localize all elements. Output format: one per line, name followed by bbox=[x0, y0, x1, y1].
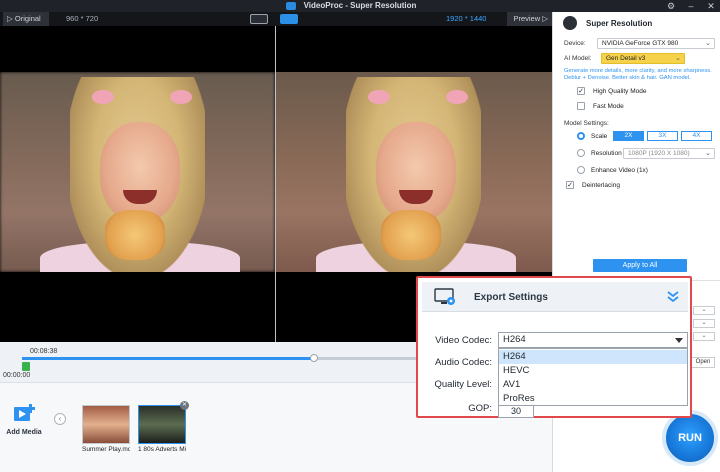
export-settings-title: Export Settings bbox=[474, 292, 548, 303]
quality-level-label: Quality Level: bbox=[434, 379, 492, 390]
minimize-button[interactable]: – bbox=[686, 0, 696, 12]
clip-thumbnail bbox=[138, 405, 186, 444]
scroll-left-arrow[interactable]: ‹ bbox=[54, 413, 66, 425]
original-frame bbox=[0, 72, 275, 272]
device-label: Device: bbox=[564, 40, 586, 47]
chevron-down-icon: ⌄ bbox=[705, 40, 711, 47]
high-quality-label: High Quality Mode bbox=[593, 88, 647, 95]
monitor-settings-icon bbox=[434, 288, 456, 306]
dropdown-arrow-icon bbox=[675, 338, 683, 343]
preview-tab[interactable]: Preview ▷ bbox=[507, 12, 552, 26]
model-settings-label: Model Settings: bbox=[564, 120, 609, 127]
video-codec-select[interactable]: H264 bbox=[498, 332, 688, 348]
preview-toolbar: ▷ Original 960 * 720 1920 * 1440 Preview… bbox=[0, 12, 552, 26]
open-folder-button[interactable]: Open bbox=[691, 357, 715, 368]
export-settings-popup: Export Settings Video Codec: H264 Audio … bbox=[416, 276, 692, 418]
current-time: 00:08:38 bbox=[30, 348, 58, 355]
add-media-label: Add Media bbox=[6, 429, 42, 436]
side-by-side-view-icon[interactable] bbox=[280, 14, 298, 24]
ai-model-label: AI Model: bbox=[564, 55, 592, 62]
fast-mode-checkbox[interactable] bbox=[577, 102, 585, 110]
codec-option-av1[interactable]: AV1 bbox=[499, 378, 687, 392]
original-tab[interactable]: ▷ Original bbox=[3, 12, 49, 26]
resolution-radio[interactable] bbox=[577, 149, 585, 157]
playhead-knob[interactable] bbox=[309, 354, 318, 362]
panel-title: Super Resolution bbox=[586, 19, 653, 28]
collapse-chevron-icon[interactable] bbox=[666, 289, 680, 303]
play-icon: ▷ bbox=[7, 14, 15, 23]
window-title: VideoProc - Super Resolution bbox=[303, 1, 417, 10]
chevron-down-icon: ⌄ bbox=[705, 150, 711, 157]
codec-option-hevc[interactable]: HEVC bbox=[499, 364, 687, 378]
deinterlacing-label: Deinterlacing bbox=[582, 182, 620, 189]
chevron-down-icon: ⌄ bbox=[675, 55, 681, 62]
audio-codec-label: Audio Codec: bbox=[434, 357, 492, 368]
fast-mode-label: Fast Mode bbox=[593, 103, 624, 110]
scale-3x-button[interactable]: 3X bbox=[647, 131, 678, 141]
view-mode-toggle bbox=[250, 14, 298, 24]
add-media-icon bbox=[12, 403, 36, 425]
apply-to-all-button[interactable]: Apply to All bbox=[593, 259, 687, 272]
add-media-button[interactable]: Add Media bbox=[6, 403, 42, 436]
high-quality-checkbox[interactable]: ✓ bbox=[577, 87, 585, 95]
ai-model-select[interactable]: Gen Detail v3 ⌄ bbox=[601, 53, 685, 64]
model-description: Generate more details, more clarity, and… bbox=[564, 68, 712, 81]
compare-divider[interactable] bbox=[275, 26, 276, 342]
export-settings-header: Export Settings bbox=[422, 282, 688, 312]
device-select[interactable]: NVIDIA GeForce GTX 980 ⌄ bbox=[597, 38, 715, 49]
gop-label: GOP: bbox=[468, 403, 492, 414]
split-view-icon[interactable] bbox=[250, 14, 268, 24]
title-bar: VideoProc - Super Resolution ⚙ – ✕ bbox=[0, 0, 720, 12]
start-time: 00:00:00 bbox=[3, 372, 31, 379]
timeline-progress bbox=[22, 357, 314, 360]
clip-name: 1 80s Adverts Mi bbox=[138, 446, 186, 453]
resolution-label: Resolution bbox=[591, 150, 622, 157]
close-button[interactable]: ✕ bbox=[706, 0, 716, 12]
clip-thumbnail bbox=[82, 405, 130, 444]
codec-option-prores[interactable]: ProRes bbox=[499, 392, 687, 406]
settings-icon[interactable]: ⚙ bbox=[666, 0, 676, 12]
codec-dropdown-list: H264 HEVC AV1 ProRes bbox=[498, 348, 688, 406]
clip-item-selected[interactable]: 1 80s Adverts Mi ✕ bbox=[138, 401, 189, 455]
run-button[interactable]: RUN bbox=[662, 410, 718, 466]
remove-clip-icon[interactable]: ✕ bbox=[180, 401, 189, 410]
original-resolution: 960 * 720 bbox=[66, 14, 99, 23]
resolution-select[interactable]: 1080P (1920 X 1080) ⌄ bbox=[623, 148, 715, 159]
output-option-select[interactable]: ⌄ bbox=[693, 332, 715, 341]
scale-2x-button[interactable]: 2X bbox=[613, 131, 644, 141]
codec-option-h264[interactable]: H264 bbox=[499, 350, 687, 364]
enhanced-frame bbox=[276, 72, 552, 272]
panel-header: Super Resolution bbox=[553, 12, 720, 36]
enhance-video-radio[interactable] bbox=[577, 166, 585, 174]
super-resolution-icon bbox=[563, 16, 577, 30]
enhance-video-label: Enhance Video (1x) bbox=[591, 167, 648, 174]
gop-input[interactable]: 30 bbox=[498, 404, 534, 418]
output-option-select[interactable]: ⌄ bbox=[693, 319, 715, 328]
deinterlacing-checkbox[interactable]: ✓ bbox=[566, 181, 574, 189]
app-window: VideoProc - Super Resolution ⚙ – ✕ ▷ Ori… bbox=[0, 0, 720, 472]
video-codec-label: Video Codec: bbox=[435, 335, 492, 346]
clip-item[interactable]: Summer Play.mo bbox=[82, 405, 130, 455]
trim-start-marker[interactable] bbox=[22, 362, 30, 371]
scale-label: Scale bbox=[591, 133, 608, 140]
clip-name: Summer Play.mo bbox=[82, 446, 130, 453]
scale-4x-button[interactable]: 4X bbox=[681, 131, 712, 141]
output-option-select[interactable]: ⌄ bbox=[693, 306, 715, 315]
output-resolution: 1920 * 1440 bbox=[446, 14, 487, 23]
scale-radio[interactable] bbox=[577, 132, 585, 140]
